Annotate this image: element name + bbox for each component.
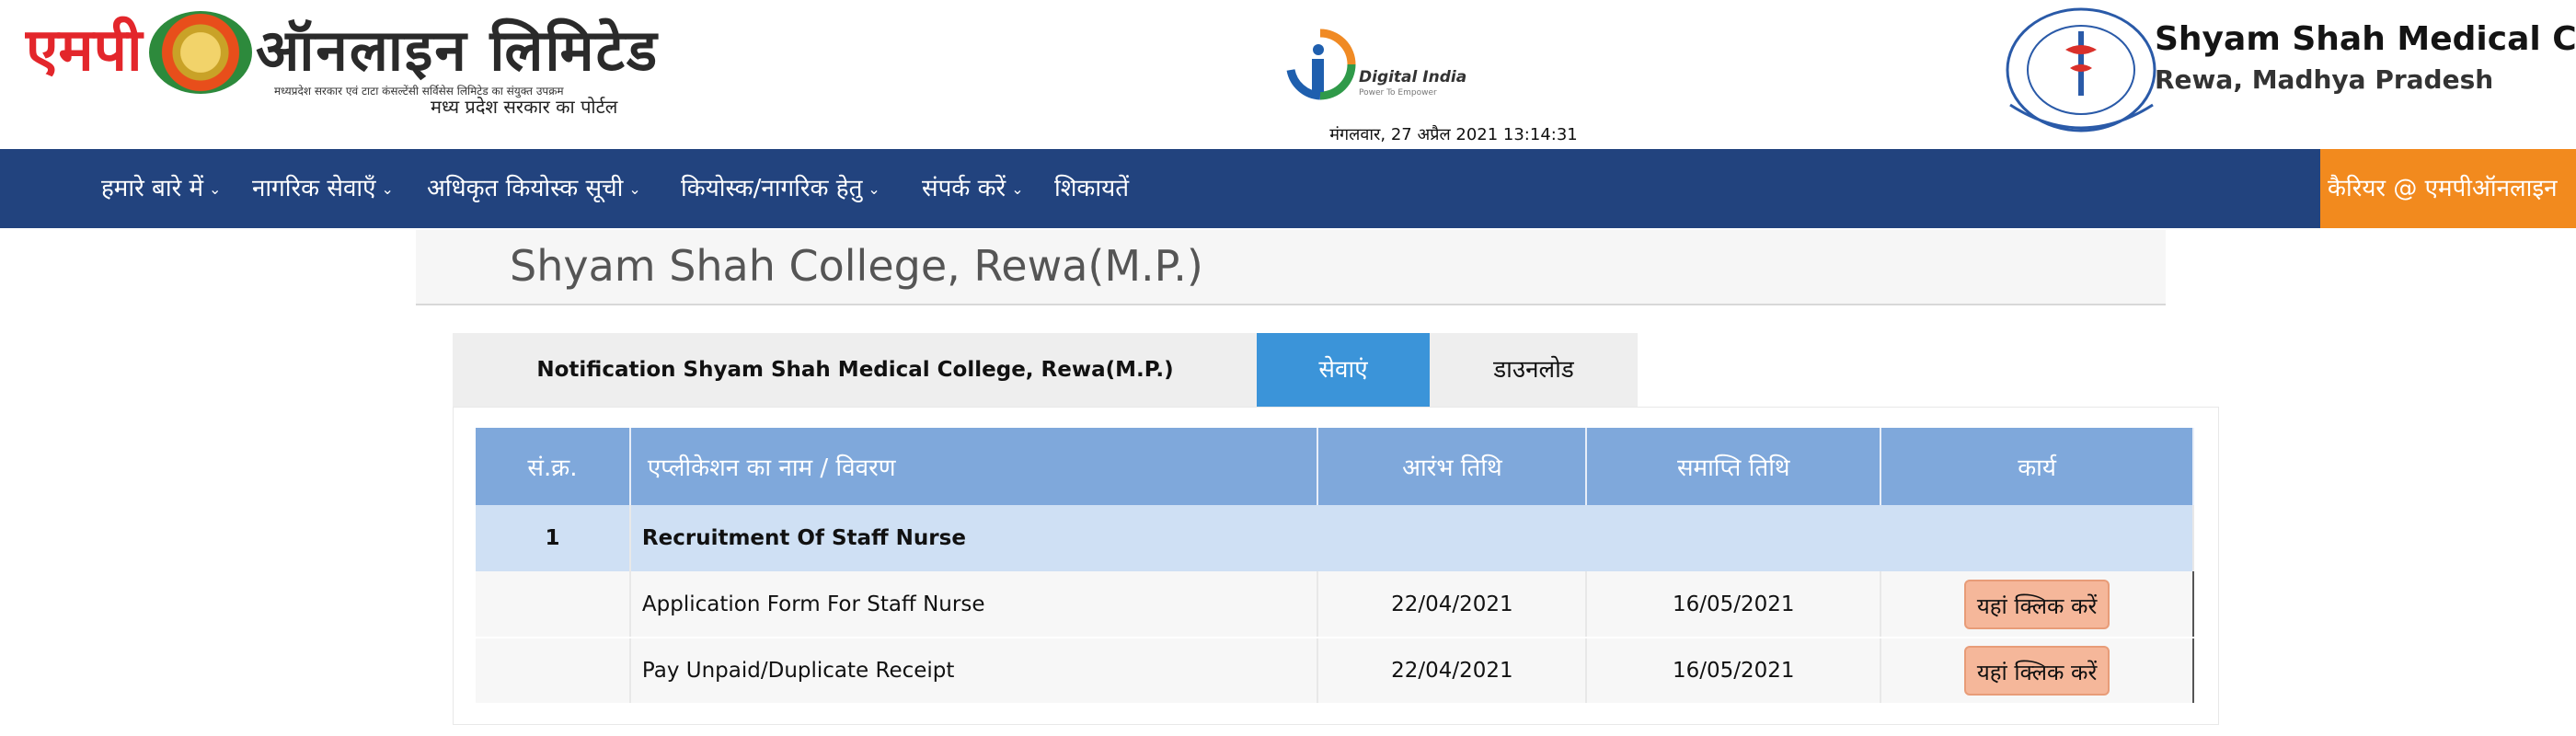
digital-india-logo: Digital India Power To Empower	[1283, 28, 1466, 110]
table-header-row: सं.क्र. एप्लीकेशन का नाम / विवरण आरंभ ति…	[476, 428, 2194, 505]
nav-label: कियोस्क/नागरिक हेतु	[681, 175, 863, 202]
header-sno: सं.क्र.	[476, 428, 631, 505]
group-sno: 1	[476, 505, 631, 571]
chevron-down-icon: ⌄	[1011, 179, 1024, 198]
mp-emblem-icon	[149, 11, 252, 94]
row-start-date: 22/04/2021	[1317, 571, 1588, 638]
page-title: Shyam Shah College, Rewa(M.P.)	[510, 241, 1203, 291]
nav-label: हमारे बारे में	[101, 175, 204, 202]
row-action-cell: यहां क्लिक करें	[1880, 571, 2194, 638]
row-sno-empty	[476, 571, 631, 638]
tab-notification[interactable]: Notification Shyam Shah Medical College,…	[453, 333, 1258, 407]
row-application-name: Application Form For Staff Nurse	[629, 571, 1319, 638]
logo-mp-text: एमपी	[26, 16, 143, 85]
header-start-date: आरंभ तिथि	[1317, 428, 1588, 505]
nav-item-about[interactable]: हमारे बारे में ⌄	[101, 149, 221, 228]
nav-item-kiosk-citizen[interactable]: कियोस्क/नागरिक हेतु ⌄	[681, 149, 880, 228]
logo-tagline: मध्य प्रदेश सरकार का पोर्टल	[431, 96, 618, 118]
row-application-name: Pay Unpaid/Duplicate Receipt	[629, 638, 1319, 705]
header-application-name: एप्लीकेशन का नाम / विवरण	[629, 428, 1319, 505]
click-here-button[interactable]: यहां क्लिक करें	[1963, 646, 2110, 696]
digital-india-tagline: Power To Empower	[1359, 88, 1437, 98]
page-title-bar: Shyam Shah College, Rewa(M.P.)	[416, 230, 2166, 305]
table-row: Application Form For Staff Nurse 22/04/2…	[476, 571, 2194, 638]
tab-download[interactable]: डाउनलोड	[1430, 333, 1638, 407]
table-row: Pay Unpaid/Duplicate Receipt 22/04/2021 …	[476, 638, 2194, 705]
nav-label: शिकायतें	[1054, 175, 1130, 202]
digital-india-icon	[1286, 29, 1356, 100]
services-panel: सं.क्र. एप्लीकेशन का नाम / विवरण आरंभ ति…	[453, 407, 2219, 725]
nav-item-complaints[interactable]: शिकायतें	[1054, 149, 1129, 228]
nav-label: नागरिक सेवाएँ	[252, 175, 376, 202]
header-action: कार्य	[1880, 428, 2194, 505]
college-location: Rewa, Madhya Pradesh	[2155, 64, 2494, 95]
current-datetime: मंगलवार, 27 अप्रैल 2021 13:14:31	[1329, 125, 1578, 144]
table-group-row: 1 Recruitment Of Staff Nurse	[476, 505, 2195, 571]
services-table: सं.क्र. एप्लीकेशन का नाम / विवरण आरंभ ति…	[476, 428, 2195, 705]
nav-item-citizen-services[interactable]: नागरिक सेवाएँ ⌄	[252, 149, 394, 228]
nav-label: संपर्क करें	[922, 175, 1006, 202]
college-name: Shyam Shah Medical College	[2155, 20, 2576, 58]
nav-label: अधिकृत कियोस्क सूची	[427, 175, 624, 202]
digital-india-label: Digital India	[1359, 68, 1467, 86]
college-crest-icon	[2006, 7, 2156, 132]
header-end-date: समाप्ति तिथि	[1586, 428, 1882, 505]
chevron-down-icon: ⌄	[628, 179, 641, 198]
nav-item-contact[interactable]: संपर्क करें ⌄	[922, 149, 1024, 228]
row-end-date: 16/05/2021	[1586, 571, 1882, 638]
career-link[interactable]: कैरियर @ एमपीऑनलाइन	[2320, 149, 2576, 228]
tab-bar: Notification Shyam Shah Medical College,…	[453, 333, 1638, 407]
mponline-logo[interactable]: एमपी ऑनलाइन लिमिटेड मध्यप्रदेश सरकार एवं…	[26, 9, 688, 118]
site-header: एमपी ऑनलाइन लिमिटेड मध्यप्रदेश सरकार एवं…	[0, 0, 2576, 149]
chevron-down-icon: ⌄	[868, 179, 880, 198]
tab-services[interactable]: सेवाएं	[1257, 333, 1430, 407]
main-navigation: हमारे बारे में ⌄ नागरिक सेवाएँ ⌄ अधिकृत कि…	[0, 149, 2576, 228]
chevron-down-icon: ⌄	[381, 179, 394, 198]
click-here-button[interactable]: यहां क्लिक करें	[1963, 579, 2110, 629]
nav-item-kiosk-list[interactable]: अधिकृत कियोस्क सूची ⌄	[427, 149, 641, 228]
group-title: Recruitment Of Staff Nurse	[629, 505, 2195, 571]
logo-online-text: ऑनलाइन लिमिटेड	[256, 17, 660, 84]
row-start-date: 22/04/2021	[1317, 638, 1588, 705]
row-sno-empty	[476, 638, 631, 705]
row-end-date: 16/05/2021	[1586, 638, 1882, 705]
chevron-down-icon: ⌄	[209, 179, 222, 198]
row-action-cell: यहां क्लिक करें	[1880, 638, 2194, 705]
